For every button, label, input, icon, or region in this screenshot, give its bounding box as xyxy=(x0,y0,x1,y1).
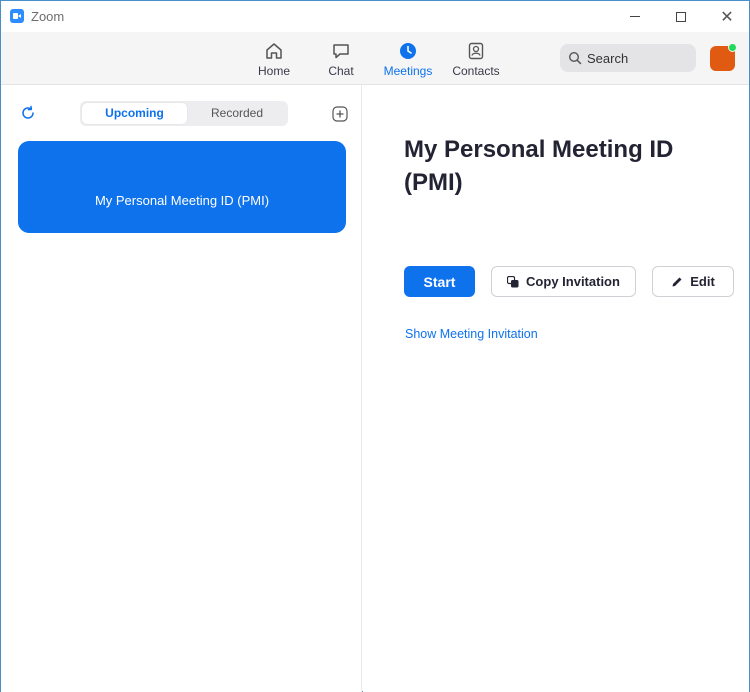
maximize-icon xyxy=(676,11,686,22)
nav-label-chat: Chat xyxy=(328,64,354,78)
page-title: My Personal Meeting ID (PMI) xyxy=(404,136,674,196)
meeting-detail-panel: My Personal Meeting ID (PMI) Start Copy … xyxy=(363,85,749,692)
pencil-icon xyxy=(672,277,682,286)
nav-label-meetings: Meetings xyxy=(383,64,433,78)
maximize-button[interactable] xyxy=(658,1,704,32)
tab-recorded[interactable]: Recorded xyxy=(188,103,286,124)
nav-label-home: Home xyxy=(257,64,290,78)
zoom-window: Zoom ✕ Home Chat Meetings Contacts Searc… xyxy=(0,0,750,692)
start-button[interactable]: Start xyxy=(404,266,475,297)
nav-label-contacts: Contacts xyxy=(452,64,500,78)
search-input[interactable]: Search xyxy=(560,44,696,72)
close-icon: ✕ xyxy=(720,8,734,26)
meetings-list-panel: Upcoming Recorded My Personal Meeting ID… xyxy=(1,85,362,692)
close-button[interactable]: ✕ xyxy=(704,1,750,32)
pmi-meeting-card[interactable]: My Personal Meeting ID (PMI) xyxy=(18,141,346,233)
edit-button[interactable]: Edit xyxy=(652,266,734,297)
nav-item-home[interactable]: Home xyxy=(242,41,306,78)
minimize-button[interactable] xyxy=(612,1,658,32)
copy-icon xyxy=(507,275,519,287)
contacts-icon xyxy=(468,42,484,60)
meeting-tabs: Upcoming Recorded xyxy=(80,101,288,126)
copy-invitation-label: Copy Invitation xyxy=(526,274,620,289)
top-navigation: Home Chat Meetings Contacts Search xyxy=(1,32,749,85)
pmi-card-label: My Personal Meeting ID (PMI) xyxy=(94,193,270,208)
search-placeholder: Search xyxy=(587,51,629,66)
minimize-icon xyxy=(630,16,640,17)
window-title: Zoom xyxy=(31,9,65,24)
home-icon xyxy=(266,43,282,59)
add-icon[interactable] xyxy=(332,106,348,122)
show-meeting-invitation-link[interactable]: Show Meeting Invitation xyxy=(405,327,538,341)
search-icon xyxy=(568,51,582,65)
nav-item-meetings[interactable]: Meetings xyxy=(376,41,440,78)
refresh-icon[interactable] xyxy=(20,105,36,121)
tab-upcoming[interactable]: Upcoming xyxy=(82,103,187,124)
nav-item-chat[interactable]: Chat xyxy=(309,41,373,78)
presence-status-icon xyxy=(728,43,737,52)
clock-icon xyxy=(400,43,416,59)
zoom-logo-icon xyxy=(10,9,24,23)
copy-invitation-button[interactable]: Copy Invitation xyxy=(491,266,636,297)
nav-item-contacts[interactable]: Contacts xyxy=(444,41,508,78)
start-button-label: Start xyxy=(423,273,456,290)
chat-icon xyxy=(333,44,349,59)
edit-label: Edit xyxy=(690,274,715,289)
title-bar: Zoom ✕ xyxy=(1,1,749,32)
